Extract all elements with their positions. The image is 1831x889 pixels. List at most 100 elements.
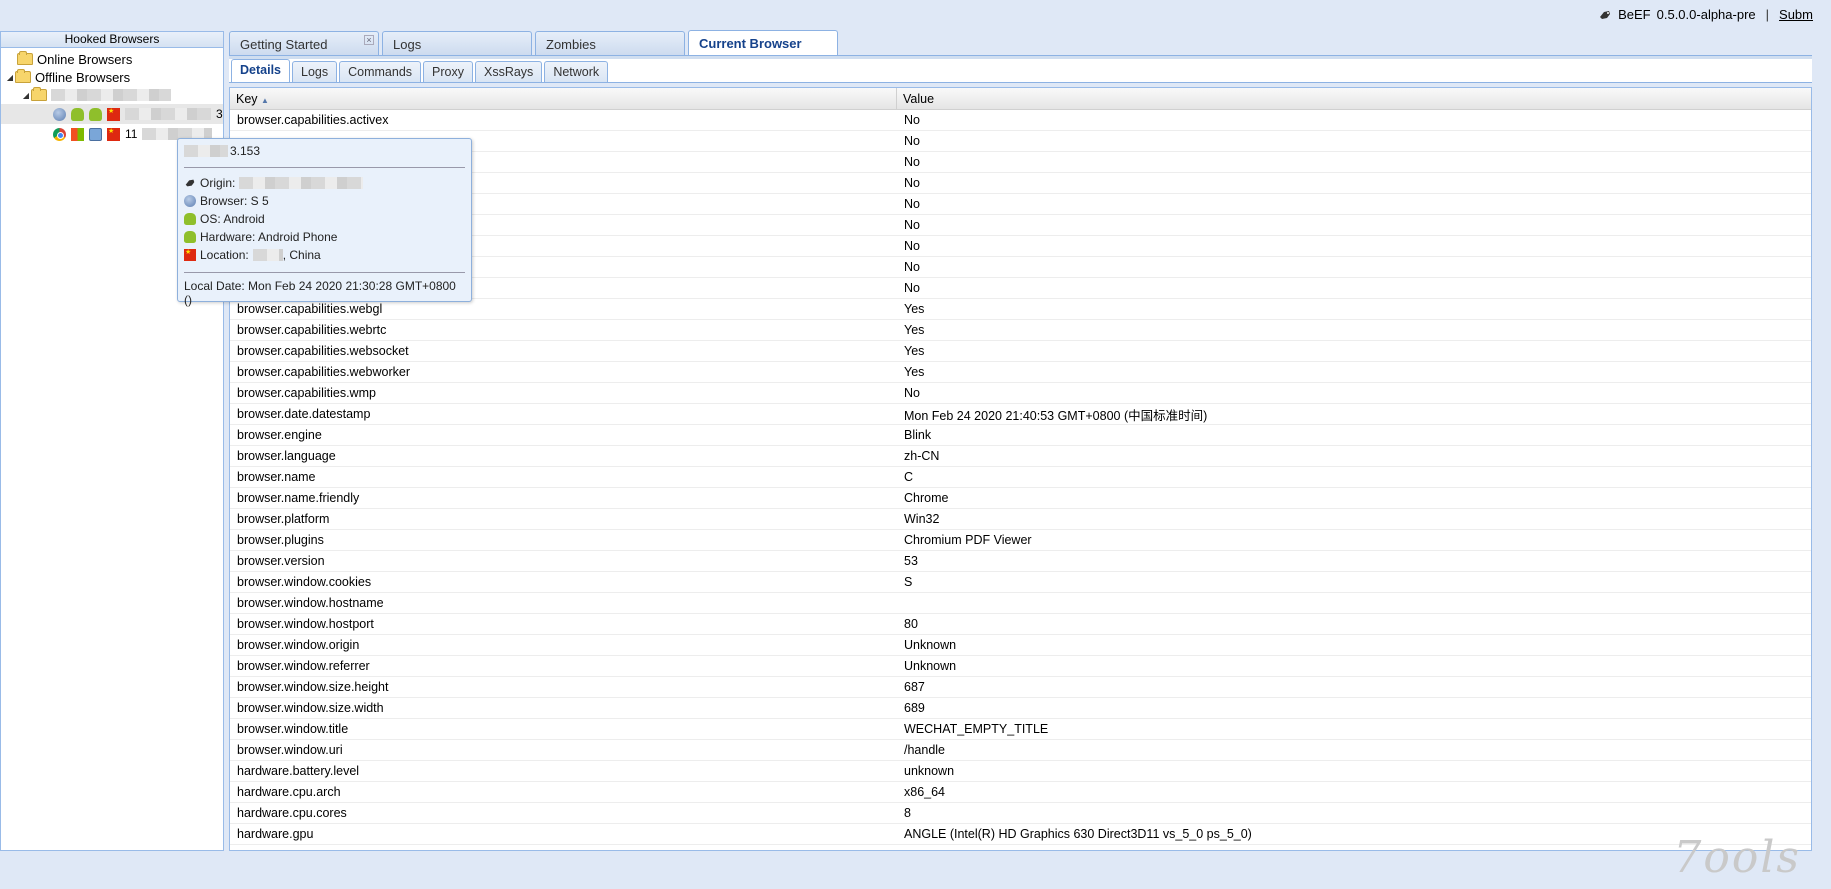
table-row[interactable]: hardware.cpu.cores 8 [230, 803, 1811, 824]
tab-logs[interactable]: Logs [382, 31, 532, 55]
value-column-header[interactable]: Value [897, 88, 1811, 109]
top-bar: BeEF 0.5.0.0-alpha-pre | Subm [0, 0, 1831, 30]
tooltip-local-date: Local Date: Mon Feb 24 2020 21:30:28 GMT… [184, 279, 456, 293]
table-row[interactable]: browser.capabilities.webrtc Yes [230, 320, 1811, 341]
hooked-browser-ip-suffix: 3 [216, 107, 223, 121]
value-cell: unknown [904, 764, 955, 778]
chrome-icon [53, 127, 66, 141]
key-column-header[interactable]: Key ▲ [230, 88, 897, 109]
table-row[interactable]: hardware.cpu.arch x86_64 [230, 782, 1811, 803]
subtab-commands[interactable]: Commands [339, 61, 422, 82]
table-row[interactable]: browser.window.origin Unknown [230, 635, 1811, 656]
table-row[interactable]: browser.window.size.width 689 [230, 698, 1811, 719]
table-row[interactable]: browser.window.uri/handle [230, 740, 1811, 761]
key-cell: browser.name.friendly [237, 491, 360, 505]
table-row[interactable]: browser.engine Blink [230, 425, 1811, 446]
value-cell: 687 [904, 680, 925, 694]
submit-bug-link[interactable]: Subm [1779, 7, 1813, 22]
value-cell: Unknown [904, 638, 957, 652]
table-row[interactable]: browser.date.datestamp Mon Feb 24 2020 21… [230, 404, 1811, 425]
key-cell: hardware.gpu [237, 827, 314, 841]
brand-info: BeEF 0.5.0.0-alpha-pre | Subm [1598, 7, 1813, 22]
subtab-network[interactable]: Network [544, 61, 609, 82]
table-row[interactable]: browser.window.title WECHAT_EMPTY_TITLE [230, 719, 1811, 740]
subtab-details[interactable]: Details [231, 59, 290, 82]
value-cell: Chromium PDF Viewer [904, 533, 1032, 547]
value-cell: Chrome [904, 491, 949, 505]
table-row[interactable]: browser.window.referrer Unknown [230, 656, 1811, 677]
subtab-xssrays[interactable]: XssRays [474, 61, 543, 82]
table-row[interactable]: browser.version 53 [230, 551, 1811, 572]
desktop-hardware-icon [89, 127, 102, 141]
browser-tree: Online Browsers ◢ Offline Browsers ◢ 3 1… [1, 48, 223, 144]
online-browsers-label: Online Browsers [37, 51, 133, 67]
table-row[interactable]: hardware.gpu ANGLE (Intel(R) HD Graphics … [230, 824, 1811, 845]
close-icon[interactable]: × [364, 35, 374, 45]
table-row[interactable]: browser.window.cookies S [230, 572, 1811, 593]
value-cell: No [904, 113, 920, 127]
hooked-browser-item[interactable]: 3 [1, 104, 223, 124]
tooltip-origin: Origin: [184, 174, 465, 192]
value-cell: S [904, 575, 913, 589]
key-cell: browser.engine [237, 428, 322, 442]
tree-offline-browsers[interactable]: ◢ Offline Browsers [1, 68, 223, 86]
value-cell: 53 [904, 554, 918, 568]
browser-icon [53, 107, 66, 121]
subtab-proxy[interactable]: Proxy [423, 61, 473, 82]
folder-icon [31, 87, 47, 101]
android-os-icon [71, 107, 84, 121]
tooltip-browser: Browser: S 5 [184, 192, 465, 210]
key-cell: browser.window.referrer [237, 659, 370, 673]
table-row[interactable]: browser.name C [230, 467, 1811, 488]
table-row[interactable]: browser.language zh-CN [230, 446, 1811, 467]
key-cell: browser.name [237, 470, 316, 484]
key-cell: browser.window.uri [237, 743, 343, 757]
value-cell: No [904, 155, 920, 169]
key-cell: browser.capabilities.websocket [237, 344, 409, 358]
tree-domain-folder[interactable]: ◢ [1, 86, 223, 104]
subtab-logs[interactable]: Logs [292, 61, 338, 82]
table-row[interactable]: hardware.battery.level unknown [230, 761, 1811, 782]
table-row[interactable]: browser.window.hostport 80 [230, 614, 1811, 635]
value-cell: Blink [904, 428, 932, 442]
brand-name: BeEF [1618, 7, 1651, 22]
tab-zombies[interactable]: Zombies [535, 31, 685, 55]
key-cell: browser.window.hostport [237, 617, 374, 631]
value-cell: Yes [904, 323, 925, 337]
value-cell: Yes [904, 302, 925, 316]
value-cell: No [904, 260, 920, 274]
key-cell: browser.window.size.width [237, 701, 384, 715]
table-row[interactable]: browser.name.friendly Chrome [230, 488, 1811, 509]
table-row[interactable]: browser.capabilities.websocket Yes [230, 341, 1811, 362]
table-row[interactable]: browser.window.size.height 687 [230, 677, 1811, 698]
value-cell: No [904, 281, 920, 295]
expand-arrow-icon[interactable]: ◢ [5, 73, 15, 82]
tab-current-browser[interactable]: Current Browser [688, 30, 838, 55]
table-row[interactable]: browser.plugins Chromium PDF Viewer [230, 530, 1811, 551]
value-cell: x86_64 [904, 785, 946, 799]
tree-online-browsers[interactable]: Online Browsers [1, 50, 223, 68]
folder-icon [15, 69, 31, 83]
table-row[interactable]: browser.capabilities.webgl Yes [230, 299, 1811, 320]
value-cell: WECHAT_EMPTY_TITLE [904, 722, 1049, 736]
beef-logo-icon [1600, 10, 1611, 19]
key-cell: browser.capabilities.activex [237, 113, 389, 127]
expand-arrow-icon[interactable]: ◢ [21, 91, 31, 100]
china-flag-icon [107, 127, 120, 141]
value-cell: No [904, 239, 920, 253]
table-row[interactable]: browser.platform Win32 [230, 509, 1811, 530]
browser-subtabs: Details Logs Commands Proxy XssRays Netw… [229, 59, 1812, 83]
value-cell: Yes [904, 365, 925, 379]
beef-logo-icon [185, 179, 195, 187]
value-cell: zh-CN [904, 449, 940, 463]
browser-info-tooltip: 3.153 Origin: Browser: S 5 OS: Android H… [177, 138, 472, 307]
table-row[interactable]: browser.capabilities.wmp No [230, 383, 1811, 404]
key-cell: browser.window.size.height [237, 680, 389, 694]
china-flag-icon [184, 248, 196, 261]
key-cell: browser.window.hostname [237, 596, 384, 610]
tab-getting-started[interactable]: Getting Started × [229, 31, 379, 55]
table-row[interactable]: browser.capabilities.activex No [230, 110, 1811, 131]
table-row[interactable]: browser.capabilities.webworker Yes [230, 362, 1811, 383]
key-cell: browser.language [237, 449, 336, 463]
table-row[interactable]: browser.window.hostname [230, 593, 1811, 614]
